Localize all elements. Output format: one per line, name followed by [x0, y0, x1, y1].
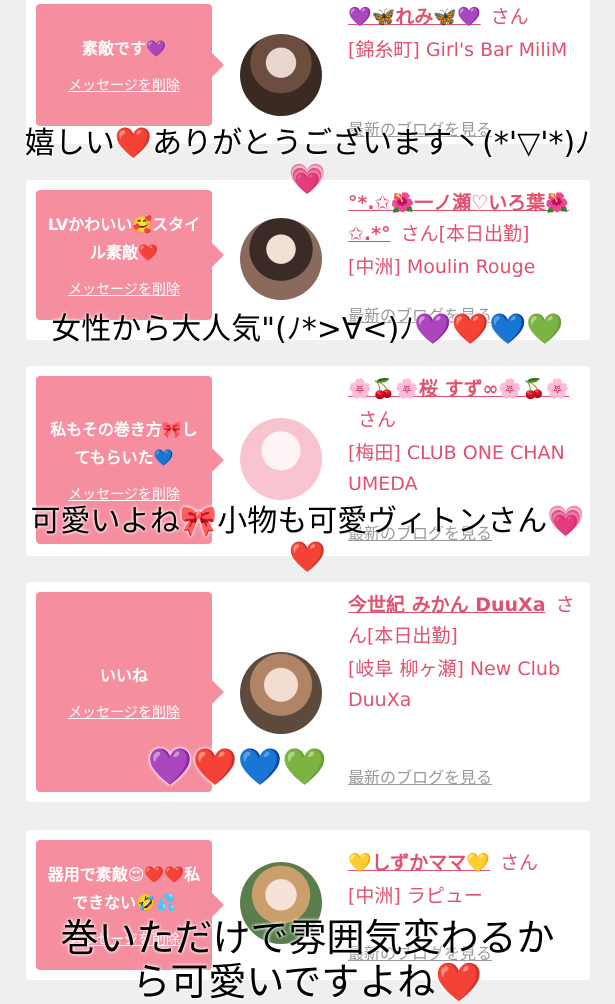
shop-label: [中洲] Moulin Rouge — [348, 256, 536, 278]
message-text: いいね — [99, 666, 148, 685]
heart-emoji: ❤️ — [288, 540, 327, 575]
message-text: LVかわいい🥰スタイル素敵❤️ — [47, 215, 201, 262]
avatar[interactable] — [240, 418, 322, 500]
delete-message-link[interactable]: メッセージを削除 — [68, 702, 180, 722]
overlay-caption: 嬉しい❤️ありがとうございます丶(*'▽'*)ﾉ 💗 — [0, 126, 615, 198]
caption-text: 💜❤️💙💚 — [147, 747, 328, 788]
cast-info: 今世紀 みかん DuuXa さん[本日出勤] [岐阜 柳ヶ瀬] New Club … — [348, 590, 583, 716]
comment-card: 素敵です💜 メッセージを削除 💜🦋れみ🦋💜 さん [錦糸町] Girl's Bar… — [26, 0, 590, 144]
message-text: 器用で素敵😍❤️❤️私できない🤣💦 — [47, 865, 201, 912]
shop-label: [中洲] ラピュー — [348, 885, 483, 907]
delete-message-link[interactable]: メッセージを削除 — [68, 75, 180, 95]
honorific: さん[本日出勤] — [400, 223, 530, 245]
overlay-caption: 可愛いよね🎀小物も可愛ヴィトンさん💗 ❤️ — [0, 504, 615, 576]
delete-message-link[interactable]: メッセージを削除 — [68, 484, 180, 504]
cast-name-link[interactable]: 🌸🍒🌸桜 すず∞🌸🍒🌸 — [348, 378, 569, 400]
honorific: さん — [499, 852, 538, 874]
caption-text: 巻いただけで雰囲気変わるか — [60, 916, 555, 960]
honorific: さん — [490, 6, 529, 28]
heart-emoji: 💗 — [288, 162, 327, 197]
message-text: 素敵です💜 — [82, 39, 166, 58]
avatar[interactable] — [240, 218, 322, 300]
honorific: さん — [358, 409, 397, 431]
caption-text: ら可愛いですよね❤️ — [132, 960, 483, 1004]
caption-text: 女性から大人気"(ﾉ*>∀<)ﾉ💜❤️💙💚 — [51, 312, 564, 347]
avatar[interactable] — [240, 34, 322, 116]
cast-name-link[interactable]: 今世紀 みかん DuuXa — [348, 594, 546, 616]
delete-message-link[interactable]: メッセージを削除 — [68, 279, 180, 299]
shop-label: [岐阜 柳ヶ瀬] New Club DuuXa — [348, 658, 561, 711]
message-text: 私もその巻き方🎀してもらいた💙 — [50, 420, 198, 467]
shop-label: [梅田] CLUB ONE CHAN UMEDA — [348, 442, 565, 495]
caption-text: 嬉しい❤️ありがとうございます丶(*'▽'*)ﾉ — [24, 126, 591, 161]
shop-label: [錦糸町] Girl's Bar MiliM — [348, 39, 568, 61]
overlay-caption: 女性から大人気"(ﾉ*>∀<)ﾉ💜❤️💙💚 — [0, 312, 615, 348]
cast-info: 🌸🍒🌸桜 すず∞🌸🍒🌸 さん [梅田] CLUB ONE CHAN UMEDA — [348, 374, 583, 500]
message-bubble: LVかわいい🥰スタイル素敵❤️ メッセージを削除 — [36, 190, 224, 320]
overlay-caption: 💜❤️💙💚 — [0, 746, 545, 790]
cast-info: 💛しずかママ💛 さん [中洲] ラピュー — [348, 848, 583, 912]
cast-name-link[interactable]: 💛しずかママ💛 — [348, 852, 490, 874]
overlay-caption: 巻いただけで雰囲気変わるか ら可愛いですよね❤️ — [0, 916, 615, 1004]
cast-info: 💜🦋れみ🦋💜 さん [錦糸町] Girl's Bar MiliM — [348, 2, 583, 66]
message-bubble: 素敵です💜 メッセージを削除 — [36, 4, 224, 126]
cast-name-link[interactable]: 💜🦋れみ🦋💜 — [348, 6, 481, 28]
cast-info: °*.✩🌺一ノ瀬♡いろ葉🌺✩.*° さん[本日出勤] [中洲] Moulin Ro… — [348, 188, 583, 283]
caption-text: 可愛いよね🎀小物も可愛ヴィトンさん💗 — [30, 504, 585, 539]
avatar[interactable] — [240, 652, 322, 734]
